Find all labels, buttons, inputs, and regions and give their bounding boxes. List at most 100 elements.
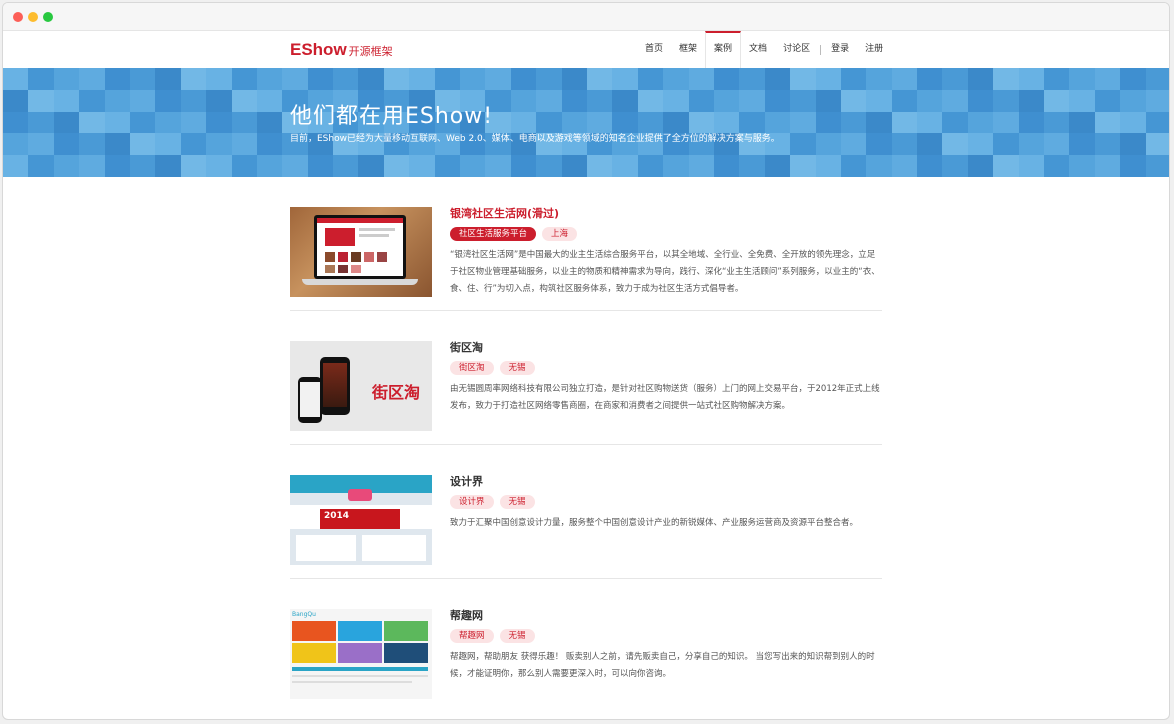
mosaic-cell [28, 111, 54, 134]
hero-subtitle: 目前，EShow已经为大量移动互联网、Web 2.0、媒体、电商以及游戏等领域的… [290, 134, 780, 144]
mosaic-cell [917, 111, 943, 134]
case-item-yinwan[interactable]: 银湾社区生活网(滑过) 社区生活服务平台 上海 “银湾社区生活网”是中国最大的业… [290, 177, 882, 311]
case-tag[interactable]: 设计界 [450, 495, 494, 509]
mosaic-cell [993, 155, 1019, 177]
case-title[interactable]: 银湾社区生活网(滑过) [450, 205, 882, 220]
case-item-bangqu[interactable]: BangQu 帮趣网 帮趣网 无锡 帮趣网，帮助朋友 获得乐趣！ 贩卖别人之前，… [290, 579, 882, 713]
nav-item-register[interactable]: 注册 [857, 31, 891, 68]
mosaic-cell [104, 111, 130, 134]
laptop-screen [317, 218, 403, 276]
mosaic-cell [1120, 111, 1146, 134]
mosaic-cell [942, 89, 968, 112]
mosaic-cell [206, 89, 232, 112]
mosaic-cell [383, 155, 410, 177]
case-title[interactable]: 帮趣网 [450, 607, 882, 622]
hero-banner: 他们都在用EShow! 目前，EShow已经为大量移动互联网、Web 2.0、媒… [3, 68, 1169, 177]
case-thumbnail-shejijie[interactable]: 2014 [290, 475, 432, 565]
mosaic-cell [739, 89, 765, 112]
mosaic-cell [1094, 68, 1121, 90]
mosaic-cell [485, 155, 511, 177]
thumb-red-banner: 2014 [320, 509, 400, 529]
nav-item-login[interactable]: 登录 [823, 31, 857, 68]
mosaic-cell [1018, 133, 1045, 156]
mosaic-cell [1094, 155, 1121, 177]
case-thumbnail-bangqu[interactable]: BangQu [290, 609, 432, 699]
mosaic-cell [1018, 111, 1045, 134]
screen-header-bar [317, 218, 403, 223]
nav-item-home[interactable]: 首页 [637, 31, 671, 68]
mosaic-cell [3, 133, 29, 156]
mosaic-cell [231, 155, 257, 177]
mosaic-cell [891, 89, 918, 112]
mosaic-cell [663, 68, 689, 90]
mosaic-cell [1120, 68, 1146, 90]
mosaic-cell [206, 133, 232, 156]
mosaic-cell [1069, 68, 1095, 90]
nav-item-framework[interactable]: 框架 [671, 31, 705, 68]
mosaic-cell [612, 155, 638, 177]
case-tags: 街区淘 无锡 [450, 361, 882, 375]
thumb-content-block [296, 535, 356, 561]
mosaic-cell [206, 68, 232, 90]
mosaic-cell [942, 155, 968, 177]
mosaic-cell [79, 89, 105, 112]
case-item-jiequtao[interactable]: 街区淘 街区淘 街区淘 无锡 由无锡圆周率网络科技有限公司独立打造，是针对社区购… [290, 311, 882, 445]
case-item-shejijie[interactable]: 2014 设计界 设计界 无锡 致力于汇聚中国创意设计力量，服务整个中国创意设计… [290, 445, 882, 579]
mosaic-cell [663, 89, 689, 112]
mosaic-cell [1018, 155, 1045, 177]
case-tag[interactable]: 无锡 [499, 629, 535, 643]
thumb-logo-block [348, 489, 372, 501]
phone-screen [323, 363, 347, 407]
case-description: “银湾社区生活网”是中国最大的业主生活综合服务平台，以其全地域、全行业、全免费、… [450, 250, 880, 294]
mosaic-cell [231, 111, 257, 134]
case-tag[interactable]: 无锡 [499, 495, 535, 509]
mosaic-cell [1094, 89, 1121, 112]
mosaic-cell [434, 68, 461, 90]
mosaic-cell [993, 133, 1019, 156]
minimize-window-button[interactable] [28, 12, 38, 22]
site-logo[interactable]: EShow 开源框架 [290, 40, 393, 60]
case-tag[interactable]: 社区生活服务平台 [450, 227, 537, 241]
mosaic-cell [256, 89, 283, 112]
mosaic-cell [586, 155, 613, 177]
thumb-tile [338, 621, 382, 641]
mosaic-cell [307, 68, 334, 90]
mosaic-cell [383, 68, 410, 90]
mosaic-cell [510, 68, 537, 90]
mosaic-cell [155, 89, 181, 112]
case-tag[interactable]: 上海 [542, 227, 578, 241]
mosaic-cell [790, 89, 816, 112]
mosaic-cell [53, 133, 80, 156]
case-title[interactable]: 街区淘 [450, 339, 882, 354]
mosaic-cell [53, 89, 80, 112]
mosaic-cell [688, 155, 714, 177]
mosaic-cell [129, 155, 156, 177]
mosaic-cell [155, 133, 181, 156]
nav-item-cases[interactable]: 案例 [705, 31, 742, 68]
mosaic-cell [155, 111, 181, 134]
mosaic-cell [1145, 111, 1169, 134]
nav-item-forum[interactable]: 讨论区 [775, 31, 818, 68]
case-thumbnail-jiequtao[interactable]: 街区淘 [290, 341, 432, 431]
mosaic-cell [1094, 133, 1121, 156]
mosaic-cell [815, 133, 841, 156]
mosaic-cell [1069, 89, 1095, 112]
mosaic-cell [1094, 111, 1121, 134]
mosaic-cell [815, 68, 841, 90]
nav-item-docs[interactable]: 文档 [741, 31, 775, 68]
zoom-window-button[interactable] [43, 12, 53, 22]
mosaic-cell [409, 155, 435, 177]
mosaic-cell [993, 68, 1019, 90]
case-tag[interactable]: 帮趣网 [450, 629, 494, 643]
mosaic-cell [942, 111, 968, 134]
close-window-button[interactable] [13, 12, 23, 22]
mosaic-cell [1120, 133, 1146, 156]
mosaic-cell [790, 155, 816, 177]
case-thumbnail-yinwan[interactable] [290, 207, 432, 297]
mosaic-cell [713, 68, 740, 90]
case-title[interactable]: 设计界 [450, 473, 882, 488]
mosaic-cell [688, 68, 714, 90]
case-tag[interactable]: 街区淘 [450, 361, 494, 375]
mosaic-cell [866, 89, 892, 112]
case-tag[interactable]: 无锡 [499, 361, 535, 375]
